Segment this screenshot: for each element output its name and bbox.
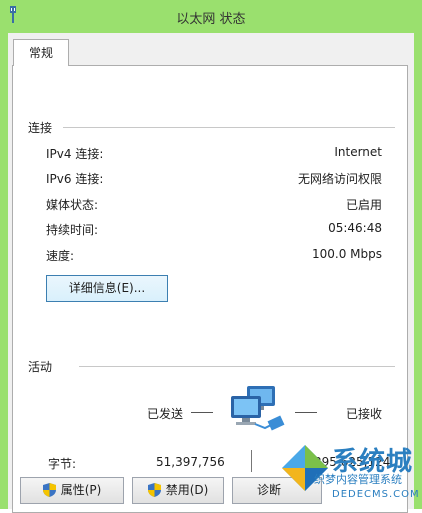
disable-button-label: 禁用(D) xyxy=(165,483,209,497)
watermark-url: DEDECMS.COM xyxy=(332,489,420,500)
ipv6-label: IPv6 连接: xyxy=(46,172,104,186)
window-frame-right xyxy=(414,33,422,509)
window-frame-left xyxy=(0,33,8,509)
uac-shield-icon xyxy=(147,483,161,497)
bytes-sent-value: 51,397,756 xyxy=(156,455,225,469)
duration-label: 持续时间: xyxy=(46,223,99,237)
sent-dash xyxy=(191,412,213,413)
ipv4-label: IPv4 连接: xyxy=(46,147,104,161)
media-state-value: 已启用 xyxy=(345,198,382,212)
dialog-client-area: 常规 连接 IPv4 连接: Internet IPv6 连接: 无网络访问权限… xyxy=(8,33,414,513)
media-state-label: 媒体状态: xyxy=(46,198,99,212)
speed-value: 100.0 Mbps xyxy=(311,247,382,261)
watermark: 系统城 织梦内容管理系统 DEDECMS.COM xyxy=(272,439,422,509)
tab-general[interactable]: 常规 xyxy=(13,39,69,66)
activity-divider xyxy=(79,366,395,367)
received-dash xyxy=(295,412,317,413)
disable-button[interactable]: 禁用(D) xyxy=(132,477,224,504)
network-computers-icon xyxy=(231,386,285,431)
sent-label: 已发送 xyxy=(147,407,184,421)
properties-button-label: 属性(P) xyxy=(60,483,102,497)
ipv4-value: Internet xyxy=(334,145,382,159)
speed-label: 速度: xyxy=(46,249,75,263)
bytes-label: 字节: xyxy=(48,457,77,471)
bytes-separator xyxy=(251,450,252,472)
properties-button[interactable]: 属性(P) xyxy=(20,477,124,504)
details-button[interactable]: 详细信息(E)... xyxy=(46,275,168,302)
watermark-subtitle: 织梦内容管理系统 xyxy=(314,473,402,486)
window-title: 以太网 状态 xyxy=(176,12,246,27)
received-label: 已接收 xyxy=(346,407,383,421)
title-bar[interactable]: 以太网 状态 xyxy=(0,0,422,33)
uac-shield-icon xyxy=(42,483,56,497)
connection-divider xyxy=(63,127,395,128)
duration-value: 05:46:48 xyxy=(328,221,382,235)
activity-section-label: 活动 xyxy=(28,360,53,374)
connection-section-label: 连接 xyxy=(28,121,53,135)
ipv6-value: 无网络访问权限 xyxy=(297,172,382,186)
